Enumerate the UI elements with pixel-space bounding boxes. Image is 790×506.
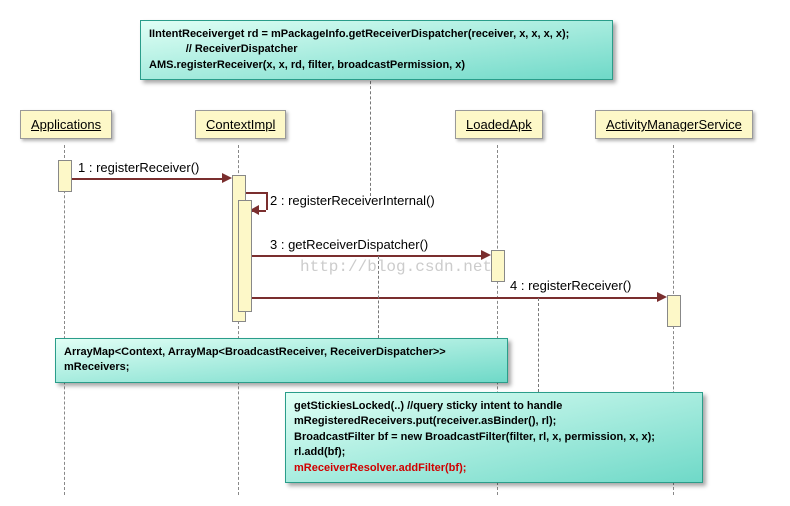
msg4-line [250,297,660,299]
msg3-label: 3 : getReceiverDispatcher() [270,237,428,252]
msg2-label: 2 : registerReceiverInternal() [270,193,435,208]
activation-loadedapk [491,250,505,282]
note-bottom-line3: BroadcastFilter bf = new BroadcastFilter… [294,431,655,443]
note-bottom-line2: mRegisteredReceivers.put(receiver.asBind… [294,415,556,427]
note-bottom-connector [538,298,539,392]
note-top-line2: // ReceiverDispatcher [186,43,298,55]
msg1-arrow [222,173,232,183]
lifeline-applications: Applications [20,110,112,139]
note-mid-connector [378,256,379,338]
note-bottom-line5: mReceiverResolver.addFilter(bf); [294,462,466,474]
lifeline-loadedapk: LoadedApk [455,110,543,139]
note-bottom-line1: getStickiesLocked(..) //query sticky int… [294,400,562,412]
msg1-label: 1 : registerReceiver() [78,160,199,175]
note-mid: ArrayMap<Context, ArrayMap<BroadcastRece… [55,338,508,383]
lifeline-ams: ActivityManagerService [595,110,753,139]
lifeline-dash-applications [64,145,65,495]
msg3-line [250,255,485,257]
note-top-line1: IIntentReceiverget rd = mPackageInfo.get… [149,28,569,40]
msg2-line-vert [266,192,268,210]
msg4-arrow [657,292,667,302]
activation-applications [58,160,72,192]
note-top-connector [370,76,371,196]
activation-contextimpl-inner [238,200,252,312]
watermark-text: http://blog.csdn.net/ [300,258,502,276]
activation-ams [667,295,681,327]
note-bottom-line4: rl.add(bf); [294,446,345,458]
msg1-line [70,178,225,180]
note-top: IIntentReceiverget rd = mPackageInfo.get… [140,20,613,80]
msg3-arrow [481,250,491,260]
msg4-label: 4 : registerReceiver() [510,278,631,293]
note-top-line3: AMS.registerReceiver(x, x, rd, filter, b… [149,59,465,71]
note-bottom: getStickiesLocked(..) //query sticky int… [285,392,703,483]
lifeline-contextimpl: ContextImpl [195,110,286,139]
note-mid-text: ArrayMap<Context, ArrayMap<BroadcastRece… [64,346,446,373]
msg2-line-top [244,192,266,194]
